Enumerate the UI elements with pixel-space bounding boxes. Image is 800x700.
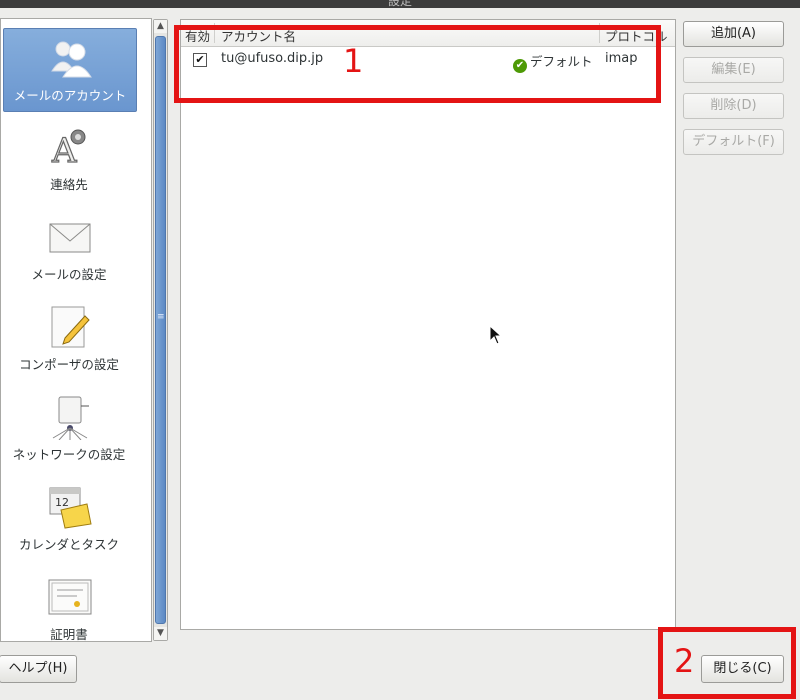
- sidebar-item-calendar-tasks[interactable]: 12 カレンダとタスク: [3, 478, 135, 560]
- help-button[interactable]: ヘルプ(H): [0, 655, 77, 683]
- account-list: 有効 アカウント名 プロトコル ✔ tu@ufuso.dip.jp ✔ デフォルト…: [180, 19, 676, 630]
- sidebar-item-composer-settings[interactable]: コンポーザの設定: [3, 298, 135, 380]
- sidebar-item-mail-settings[interactable]: メールの設定: [3, 208, 135, 290]
- svg-text:12: 12: [55, 496, 69, 509]
- sidebar-item-label: ネットワークの設定: [12, 447, 126, 462]
- window-titlebar: 設定: [0, 0, 800, 8]
- certificate-icon: [48, 579, 92, 615]
- scroll-up-arrow-icon[interactable]: ▲: [154, 20, 167, 33]
- sidebar-item-label: 連絡先: [50, 177, 88, 192]
- sidebar-item-network-settings[interactable]: ネットワークの設定: [3, 388, 135, 470]
- network-icon: [52, 396, 89, 440]
- annotation-number-2: 2: [674, 642, 695, 680]
- mouse-cursor-icon: [489, 325, 503, 345]
- calendar-icon: 12: [49, 487, 92, 529]
- sidebar-item-label: コンポーザの設定: [19, 357, 119, 372]
- edit-account-button[interactable]: 編集(E): [683, 57, 784, 83]
- annotation-box-1: [174, 25, 661, 103]
- sidebar-item-label: カレンダとタスク: [18, 537, 119, 552]
- composer-pencil-icon: [51, 306, 90, 348]
- add-account-button[interactable]: 追加(A): [683, 21, 784, 47]
- sidebar-item-mail-accounts[interactable]: メールのアカウント: [3, 28, 137, 112]
- scroll-down-arrow-icon[interactable]: ▼: [154, 627, 167, 640]
- set-default-button[interactable]: デフォルト(F): [683, 129, 784, 155]
- sidebar-item-label: メールの設定: [31, 267, 107, 282]
- accounts-icon: [51, 41, 92, 78]
- sidebar-scrollbar[interactable]: ▲ ≡ ▼: [153, 19, 168, 641]
- preferences-sidebar: メールのアカウント A 連絡先 メールの設定 コンポーザの設定 ネットワークの設: [0, 18, 152, 642]
- mail-envelope-icon: [49, 223, 91, 253]
- contacts-icon: A: [50, 129, 86, 170]
- sidebar-item-label: 証明書: [50, 627, 88, 642]
- annotation-number-1: 1: [343, 42, 364, 80]
- scrollbar-thumb[interactable]: [155, 36, 166, 624]
- window-title: 設定: [387, 0, 412, 8]
- sidebar-item-contacts[interactable]: A 連絡先: [3, 118, 135, 200]
- sidebar-item-certificates[interactable]: 証明書: [3, 568, 135, 650]
- delete-account-button[interactable]: 削除(D): [683, 93, 784, 119]
- sidebar-item-label: メールのアカウント: [13, 88, 127, 103]
- splitter-grip-icon: ≡: [157, 312, 165, 322]
